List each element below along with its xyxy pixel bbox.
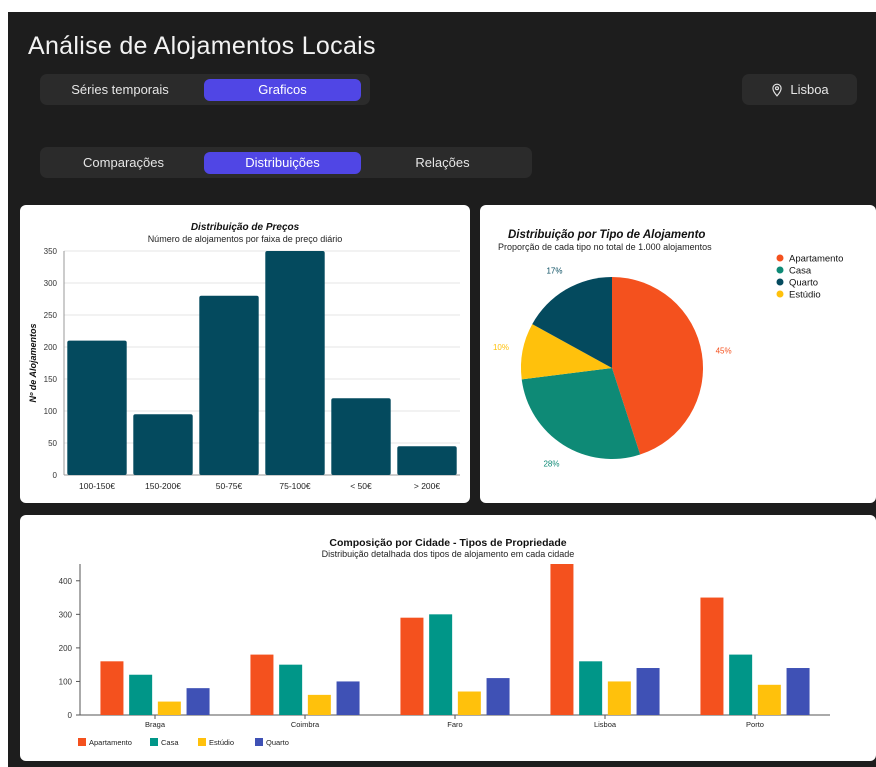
app-window: Análise de Alojamentos Locais Séries tem…	[8, 12, 876, 767]
bar	[700, 597, 724, 715]
x-tick-label: Lisboa	[594, 720, 617, 729]
legend-label: Apartamento	[789, 254, 843, 265]
bar	[100, 661, 124, 715]
bar	[550, 564, 574, 715]
tab-distribuicoes[interactable]: Distribuições	[204, 152, 361, 174]
x-tick-label: Coimbra	[291, 720, 320, 729]
y-tick-label: 0	[68, 711, 73, 720]
pie-percent-label: 28%	[543, 459, 559, 468]
pie-percent-label: 17%	[546, 267, 562, 276]
tab-relacoes[interactable]: Relações	[364, 152, 521, 174]
bar	[400, 617, 424, 715]
tab-series-temporais[interactable]: Séries temporais	[45, 79, 195, 101]
type-distribution-card: Distribuição por Tipo de Alojamento Propo…	[480, 205, 876, 503]
x-tick-label: Braga	[145, 720, 166, 729]
city-composition-card: Composição por Cidade - Tipos de Proprie…	[20, 515, 876, 761]
legend-marker	[776, 254, 784, 262]
bar	[199, 295, 259, 475]
main-tabs: Séries temporais Graficos	[40, 74, 370, 105]
bar	[757, 684, 781, 715]
city-composition-chart: Composição por Cidade - Tipos de Proprie…	[59, 537, 830, 747]
y-tick-label: 400	[59, 577, 73, 586]
legend-marker	[776, 290, 784, 298]
legend-marker	[198, 738, 206, 746]
legend-label: Casa	[789, 266, 812, 277]
x-tick-label: > 200€	[414, 481, 441, 491]
legend-marker	[150, 738, 158, 746]
legend-marker	[776, 278, 784, 286]
y-tick-label: 100	[44, 407, 58, 416]
bar	[457, 691, 481, 715]
y-tick-label: 200	[44, 343, 58, 352]
y-tick-label: 150	[44, 375, 58, 384]
legend-label: Estúdio	[789, 290, 821, 301]
bar	[250, 654, 274, 715]
chart-title: Distribuição de Preços	[191, 222, 300, 233]
location-label: Lisboa	[790, 82, 829, 97]
bar	[157, 701, 181, 715]
legend-label: Apartamento	[89, 738, 132, 747]
legend-label: Quarto	[266, 738, 289, 747]
bar	[279, 664, 303, 715]
legend-marker	[255, 738, 263, 746]
x-tick-label: Porto	[746, 720, 764, 729]
bar	[786, 668, 810, 715]
location-button[interactable]: Lisboa	[742, 74, 857, 105]
price-distribution-card: Distribuição de Preços Número de alojamen…	[20, 205, 470, 503]
x-tick-label: 150-200€	[145, 481, 181, 491]
y-tick-label: 350	[44, 247, 58, 256]
legend-label: Casa	[161, 738, 179, 747]
legend-marker	[776, 266, 784, 274]
pie-percent-label: 45%	[716, 346, 732, 355]
y-tick-label: 200	[59, 644, 73, 653]
x-tick-label: < 50€	[350, 481, 372, 491]
tab-graficos[interactable]: Graficos	[204, 79, 361, 101]
chart-subtitle: Distribuição detalhada dos tipos de aloj…	[322, 549, 575, 559]
bar	[331, 398, 391, 475]
x-tick-label: 100-150€	[79, 481, 115, 491]
legend-label: Quarto	[789, 278, 818, 289]
tab-comparacoes[interactable]: Comparações	[45, 152, 202, 174]
bar	[397, 446, 457, 475]
sub-tabs: Comparações Distribuições Relações	[40, 147, 532, 178]
bar	[265, 251, 325, 475]
chart-title: Distribuição por Tipo de Alojamento	[508, 229, 705, 241]
y-tick-label: 100	[59, 677, 73, 686]
bar	[307, 694, 331, 715]
y-tick-label: 0	[53, 471, 58, 480]
type-distribution-chart: Distribuição por Tipo de AlojamentoPropo…	[493, 229, 843, 468]
y-axis-label: Nº de Alojamentos	[28, 324, 38, 403]
y-tick-label: 50	[48, 439, 57, 448]
chart-subtitle: Proporção de cada tipo no total de 1.000…	[498, 242, 712, 252]
bar	[186, 688, 210, 715]
bar	[486, 678, 510, 715]
bar	[607, 681, 631, 715]
y-tick-label: 300	[59, 610, 73, 619]
bar	[636, 668, 660, 715]
map-pin-icon	[772, 83, 783, 97]
bar	[129, 674, 153, 715]
x-tick-label: 75-100€	[279, 481, 310, 491]
chart-subtitle: Número de alojamentos por faixa de preço…	[148, 234, 343, 244]
legend-label: Estúdio	[209, 738, 234, 747]
pie-percent-label: 10%	[493, 343, 509, 352]
y-tick-label: 300	[44, 279, 58, 288]
x-tick-label: 50-75€	[216, 481, 243, 491]
bar	[336, 681, 360, 715]
y-tick-label: 250	[44, 311, 58, 320]
legend-marker	[78, 738, 86, 746]
price-distribution-chart: Distribuição de PreçosNúmero de alojamen…	[28, 222, 460, 491]
bar	[133, 414, 193, 475]
page-title: Análise de Alojamentos Locais	[28, 32, 376, 60]
bar	[729, 654, 753, 715]
x-tick-label: Faro	[447, 720, 462, 729]
bar	[429, 614, 453, 715]
bar	[579, 661, 603, 715]
bar	[67, 340, 127, 475]
chart-title: Composição por Cidade - Tipos de Proprie…	[329, 537, 566, 549]
